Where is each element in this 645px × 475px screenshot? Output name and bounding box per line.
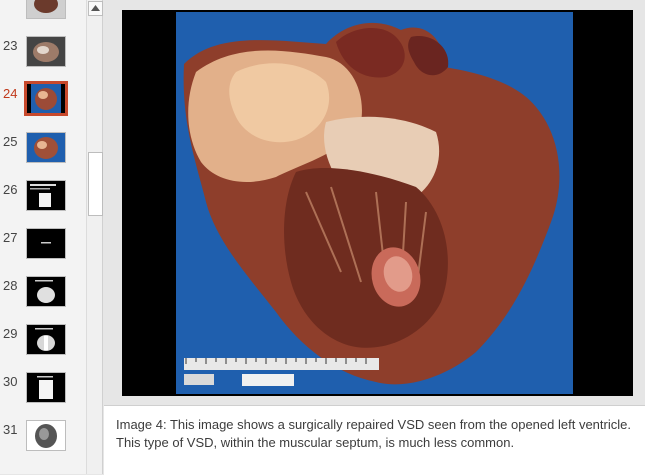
slide-number: 27	[3, 230, 18, 245]
slide-thumbnail-28[interactable]: 28	[0, 276, 86, 322]
slide-number: 30	[3, 374, 18, 389]
slide-thumbnail-27[interactable]: 27	[0, 228, 86, 274]
slide-31-preview[interactable]	[26, 420, 66, 451]
slide-thumbnail-26[interactable]: 26	[0, 180, 86, 226]
current-slide[interactable]	[122, 10, 633, 396]
slide-26-preview[interactable]	[26, 180, 66, 211]
slide-22-preview[interactable]	[26, 0, 66, 19]
slide-number: 26	[3, 182, 18, 197]
slide-23-preview[interactable]	[26, 36, 66, 67]
slide-number: 31	[3, 422, 18, 437]
slide-number: 29	[3, 326, 18, 341]
slide-thumbnail-24[interactable]: 24	[0, 81, 86, 130]
slide-thumbnail-30[interactable]: 30	[0, 372, 86, 418]
slide-thumbnail-22[interactable]	[0, 0, 86, 34]
slide-thumbnail-25[interactable]: 25	[0, 132, 86, 178]
thumbnail-scrollbar[interactable]	[86, 0, 103, 474]
slide-29-preview[interactable]	[26, 324, 66, 355]
slide-number: 24	[3, 86, 18, 101]
chevron-up-icon	[91, 5, 100, 11]
slide-27-preview[interactable]	[26, 228, 66, 259]
scroll-up-button[interactable]	[88, 1, 103, 16]
slide-number: 28	[3, 278, 18, 293]
slide-number: 23	[3, 38, 18, 53]
slide-thumbnail-31[interactable]: 31	[0, 420, 86, 466]
slide-thumbnail-23[interactable]: 23	[0, 36, 86, 82]
slide-editor-pane: Image 4: This image shows a surgically r…	[104, 0, 645, 475]
slide-thumbnail-pane: 23 24 25 26 27 28 29 30 31	[0, 0, 86, 474]
slide-number: 25	[3, 134, 18, 149]
slide-28-preview[interactable]	[26, 276, 66, 307]
slide-30-preview[interactable]	[26, 372, 66, 403]
notes-text[interactable]: Image 4: This image shows a surgically r…	[116, 416, 636, 452]
scrollbar-thumb[interactable]	[88, 152, 103, 216]
slide-thumbnail-29[interactable]: 29	[0, 324, 86, 370]
slide-24-preview[interactable]	[24, 81, 68, 116]
heart-specimen-photo	[176, 12, 573, 394]
slide-25-preview[interactable]	[26, 132, 66, 163]
speaker-notes[interactable]: Image 4: This image shows a surgically r…	[104, 405, 645, 475]
